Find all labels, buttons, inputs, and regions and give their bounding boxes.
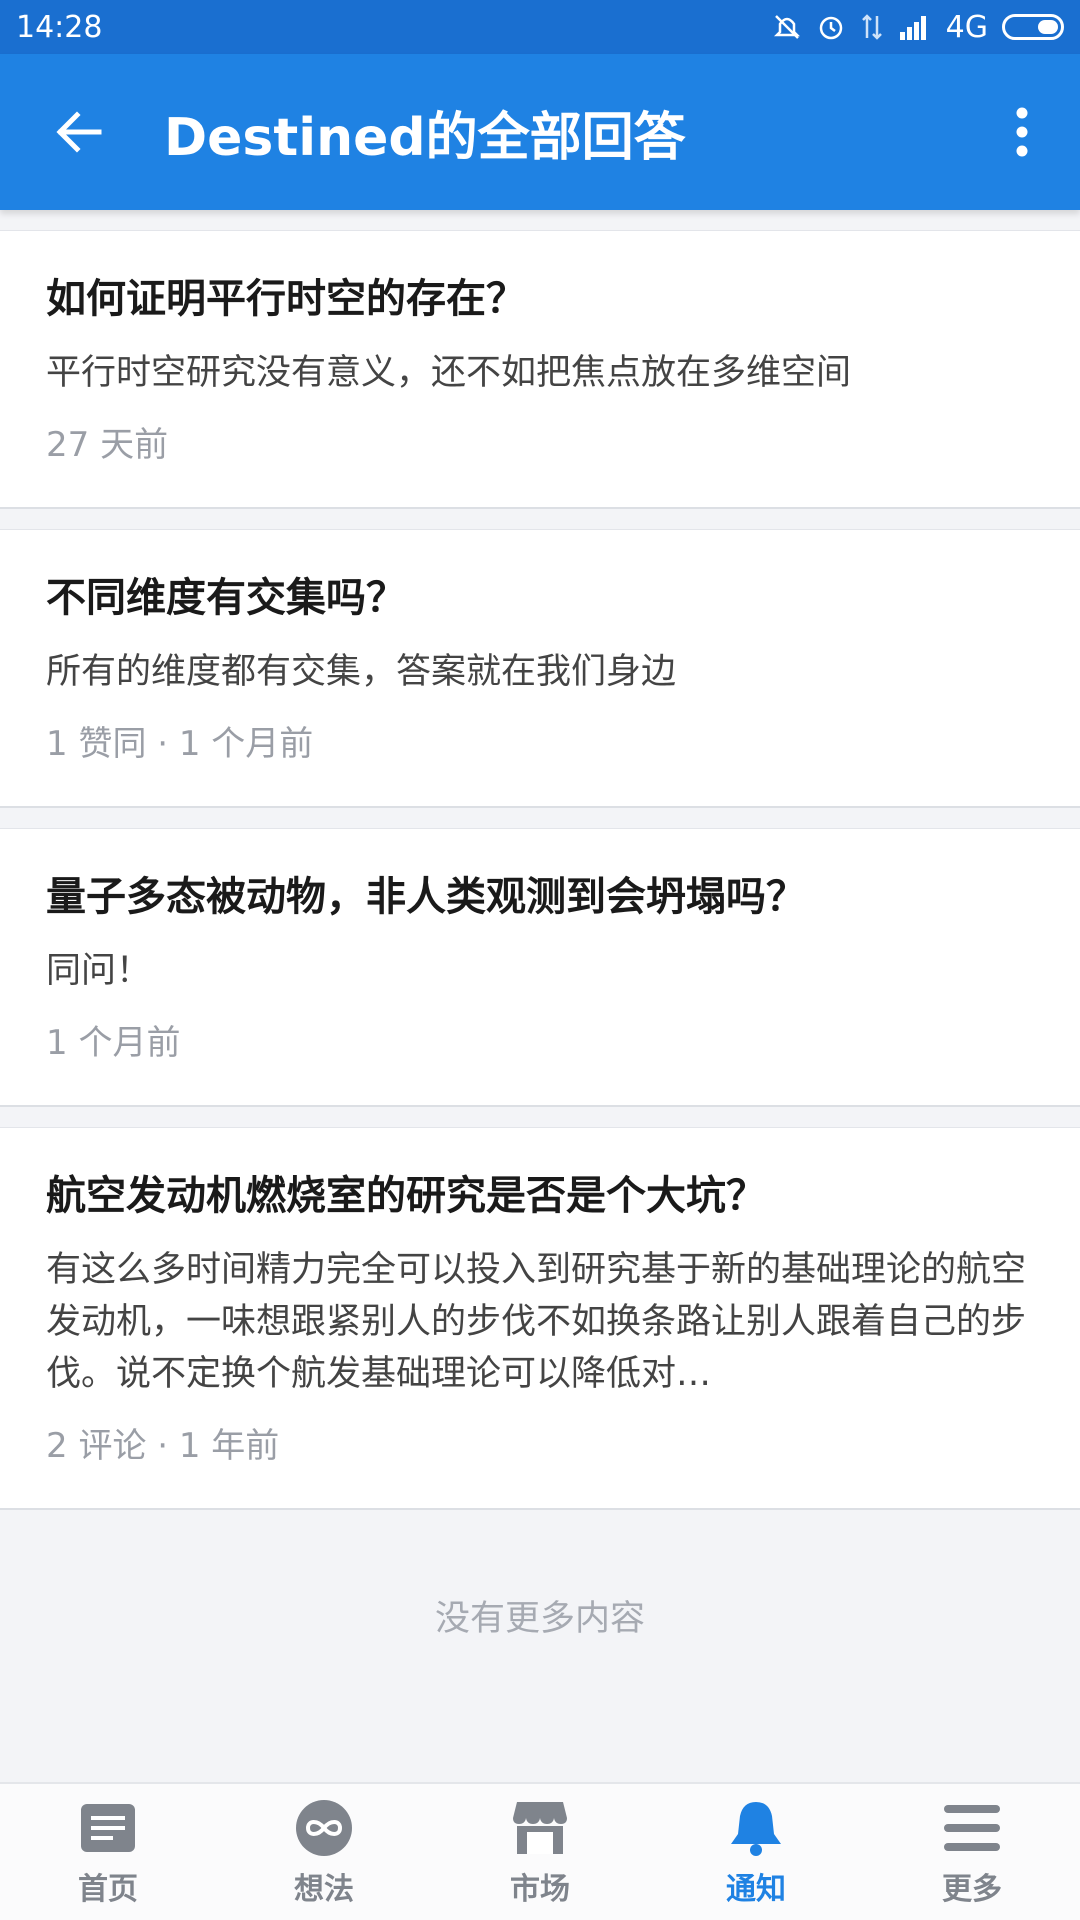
network-type: 4G (945, 9, 988, 45)
nav-label: 更多 (942, 1872, 1002, 1907)
answer-excerpt[interactable]: 同问！ (46, 945, 1034, 997)
answer-meta: 1 赞同 · 1 个月前 (46, 724, 314, 764)
answer-card[interactable]: 量子多态被动物，非人类观测到会坍塌吗？ 同问！ 1 个月前 (0, 828, 1080, 1107)
nav-label: 首页 (78, 1872, 138, 1907)
answer-excerpt[interactable]: 所有的维度都有交集，答案就在我们身边 (46, 646, 1034, 698)
no-more-content-text: 没有更多内容 (434, 1599, 645, 1639)
app-bar: Destined的全部回答 (0, 54, 1080, 210)
nav-item-ideas[interactable]: 想法 (216, 1784, 432, 1920)
answer-meta: 27 天前 (46, 425, 169, 465)
market-icon (508, 1796, 572, 1860)
answer-question-title[interactable]: 量子多态被动物，非人类观测到会坍塌吗？ (46, 869, 1034, 925)
alarm-icon (816, 12, 846, 42)
answer-card[interactable]: 不同维度有交集吗？ 所有的维度都有交集，答案就在我们身边 1 赞同 · 1 个月… (0, 529, 1080, 808)
menu-icon (940, 1796, 1004, 1860)
answer-excerpt[interactable]: 有这么多时间精力完全可以投入到研究基于新的基础理论的航空发动机，一味想跟紧别人的… (46, 1244, 1034, 1400)
answer-question-title[interactable]: 不同维度有交集吗？ (46, 570, 1034, 626)
signal-icon (898, 14, 932, 40)
answer-meta: 2 评论 · 1 年前 (46, 1426, 280, 1466)
bottom-navigation: 首页 想法 市场 通知 更多 (0, 1782, 1080, 1920)
page-title: Destined的全部回答 (164, 107, 686, 168)
status-bar: 14:28 4G (0, 0, 1080, 54)
answer-question-title[interactable]: 航空发动机燃烧室的研究是否是个大坑？ (46, 1168, 1034, 1224)
data-icon (860, 12, 884, 42)
answer-excerpt[interactable]: 平行时空研究没有意义，还不如把焦点放在多维空间 (46, 347, 1034, 399)
nav-label: 通知 (726, 1872, 786, 1907)
answer-card[interactable]: 航空发动机燃烧室的研究是否是个大坑？ 有这么多时间精力完全可以投入到研究基于新的… (0, 1127, 1080, 1510)
ideas-icon (292, 1796, 356, 1860)
nav-item-more[interactable]: 更多 (864, 1784, 1080, 1920)
status-time: 14:28 (16, 9, 103, 45)
answer-card[interactable]: 如何证明平行时空的存在？ 平行时空研究没有意义，还不如把焦点放在多维空间 27 … (0, 230, 1080, 509)
nav-label: 想法 (294, 1872, 354, 1907)
mute-icon (772, 12, 802, 42)
home-icon (76, 1796, 140, 1860)
status-icons: 4G (772, 10, 1064, 45)
nav-item-home[interactable]: 首页 (0, 1784, 216, 1920)
back-arrow-icon (56, 111, 102, 153)
more-options-button[interactable] (982, 77, 1062, 187)
more-vertical-icon (1016, 107, 1028, 157)
bell-icon (724, 1796, 788, 1860)
answer-question-title[interactable]: 如何证明平行时空的存在？ (46, 271, 1034, 327)
battery-icon (1002, 14, 1064, 40)
back-button[interactable] (24, 77, 134, 187)
answer-meta: 1 个月前 (46, 1023, 181, 1063)
answers-list: 如何证明平行时空的存在？ 平行时空研究没有意义，还不如把焦点放在多维空间 27 … (0, 210, 1080, 1782)
nav-item-notifications[interactable]: 通知 (648, 1784, 864, 1920)
nav-item-market[interactable]: 市场 (432, 1784, 648, 1920)
nav-label: 市场 (510, 1872, 570, 1907)
